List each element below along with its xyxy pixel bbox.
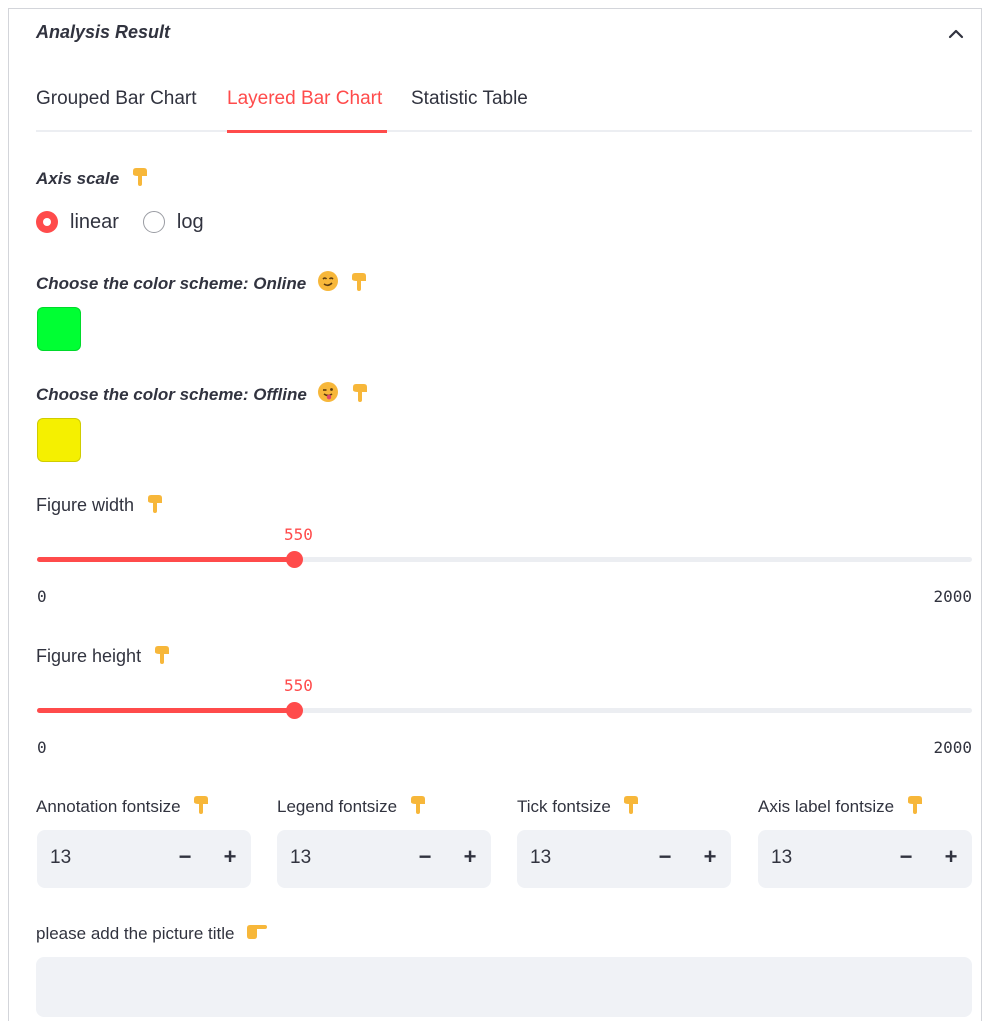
radio-log[interactable]: log — [142, 210, 204, 234]
pointing-down-icon — [352, 273, 367, 291]
color-offline-label-row: Choose the color scheme: Offline — [36, 381, 372, 405]
picture-title-label: please add the picture title — [36, 924, 235, 943]
figure-height-label-row: Figure height — [36, 643, 174, 667]
increment-button[interactable]: + — [458, 844, 482, 872]
legend-fontsize-value[interactable]: 13 — [290, 847, 311, 869]
annotation-fontsize-label: Annotation fontsize — [36, 797, 181, 816]
radio-linear[interactable]: linear — [36, 211, 119, 234]
color-online-label-row: Choose the color scheme: Online — [36, 270, 371, 294]
color-offline-label: Choose the color scheme: Offline — [36, 385, 307, 404]
decrement-button[interactable]: − — [173, 844, 197, 872]
decrement-button[interactable]: − — [894, 844, 918, 872]
radio-log-label: log — [176, 210, 204, 233]
pointing-down-icon — [194, 796, 209, 814]
axis-scale-label: Axis scale — [36, 169, 120, 188]
annotation-fontsize-input[interactable]: 13 − + — [37, 830, 251, 888]
radio-selected-indicator[interactable] — [36, 211, 58, 233]
figure-width-slider[interactable]: 550 0 2000 — [37, 525, 972, 606]
expander-title[interactable]: Analysis Result — [36, 22, 170, 43]
slider-track[interactable] — [37, 557, 972, 562]
figure-width-min: 0 — [37, 587, 47, 606]
active-tab-indicator — [227, 130, 387, 133]
axis-scale-label-row: Axis scale — [36, 165, 152, 189]
tab-statistic-table[interactable]: Statistic Table — [411, 88, 528, 130]
tick-fontsize-input[interactable]: 13 − + — [517, 830, 731, 888]
axis-label-fontsize-input[interactable]: 13 − + — [758, 830, 972, 888]
slider-fill — [37, 557, 294, 562]
slider-track[interactable] — [37, 708, 972, 713]
tick-fontsize-label: Tick fontsize — [517, 797, 611, 816]
increment-button[interactable]: + — [939, 844, 963, 872]
pointing-down-icon — [154, 646, 169, 664]
legend-fontsize-label: Legend fontsize — [277, 797, 398, 816]
pointing-down-icon — [410, 796, 425, 814]
annotation-fontsize-label-row: Annotation fontsize — [36, 793, 213, 817]
figure-height-label: Figure height — [36, 646, 142, 666]
tick-fontsize-label-row: Tick fontsize — [517, 793, 643, 817]
picture-title-label-row: please add the picture title — [36, 922, 269, 944]
tab-layered-bar-chart[interactable]: Layered Bar Chart — [227, 88, 382, 130]
axis-label-fontsize-label-row: Axis label fontsize — [758, 793, 927, 817]
axis-label-fontsize-label: Axis label fontsize — [758, 797, 895, 816]
axis-label-fontsize-value[interactable]: 13 — [771, 847, 792, 869]
smirking-face-icon — [317, 271, 338, 291]
slider-fill — [37, 708, 294, 713]
figure-height-slider[interactable]: 550 0 2000 — [37, 676, 972, 757]
winking-tongue-face-icon — [318, 382, 339, 402]
figure-width-max: 2000 — [933, 587, 972, 606]
color-online-swatch[interactable] — [37, 307, 81, 351]
chevron-up-icon[interactable] — [946, 26, 966, 42]
figure-width-label-row: Figure width — [36, 492, 167, 516]
slider-thumb[interactable] — [286, 551, 303, 568]
color-online-label: Choose the color scheme: Online — [36, 274, 307, 293]
pointing-right-icon — [246, 925, 267, 939]
figure-width-value: 550 — [284, 525, 313, 544]
figure-height-value: 550 — [284, 676, 313, 695]
increment-button[interactable]: + — [698, 844, 722, 872]
tabs-divider — [36, 130, 972, 132]
tab-grouped-bar-chart[interactable]: Grouped Bar Chart — [36, 88, 197, 130]
slider-thumb[interactable] — [286, 702, 303, 719]
color-offline-swatch[interactable] — [37, 418, 81, 462]
pointing-down-icon — [907, 796, 922, 814]
pointing-down-icon — [147, 495, 162, 513]
figure-height-min: 0 — [37, 738, 47, 757]
pointing-down-icon — [132, 168, 147, 186]
legend-fontsize-input[interactable]: 13 − + — [277, 830, 491, 888]
axis-scale-radio-group: linear log — [36, 206, 228, 238]
radio-unselected-indicator[interactable] — [142, 211, 165, 233]
tick-fontsize-value[interactable]: 13 — [530, 847, 551, 869]
increment-button[interactable]: + — [218, 844, 242, 872]
pointing-down-icon — [352, 384, 367, 402]
picture-title-input[interactable] — [36, 957, 972, 1017]
decrement-button[interactable]: − — [413, 844, 437, 872]
annotation-fontsize-value[interactable]: 13 — [50, 847, 71, 869]
decrement-button[interactable]: − — [653, 844, 677, 872]
legend-fontsize-label-row: Legend fontsize — [277, 793, 430, 817]
figure-height-max: 2000 — [933, 738, 972, 757]
radio-linear-label: linear — [70, 210, 119, 233]
pointing-down-icon — [624, 796, 639, 814]
figure-width-label: Figure width — [36, 495, 135, 515]
